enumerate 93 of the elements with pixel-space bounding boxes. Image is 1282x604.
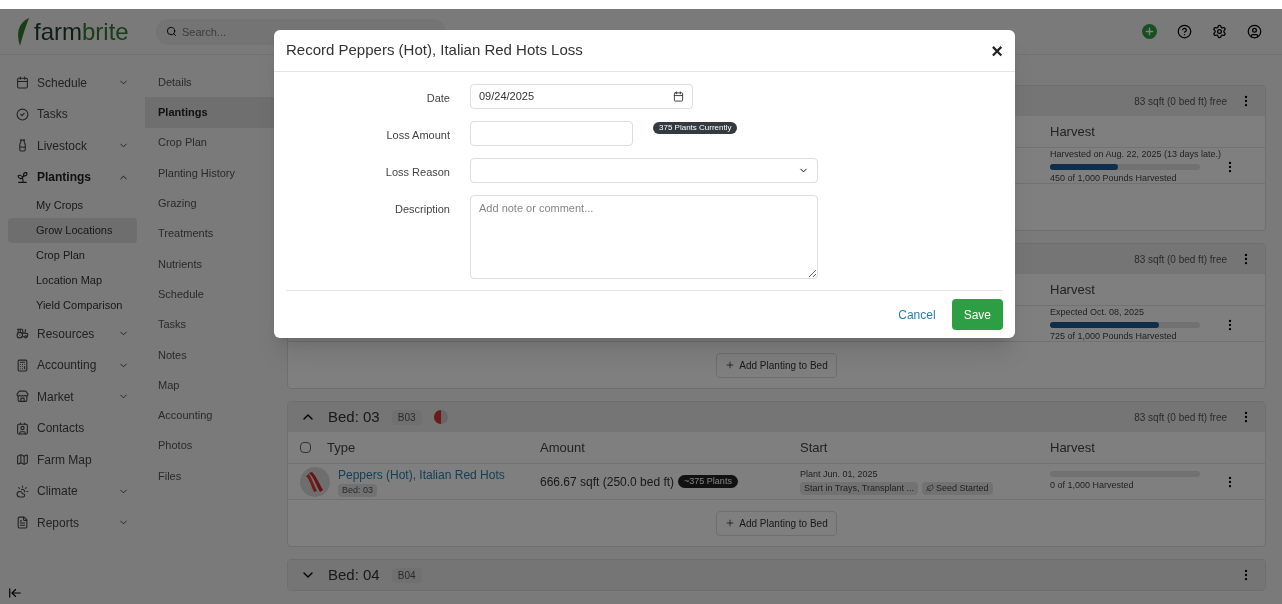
harvest-text: 0 of 1,000 Harvested [1050,478,1134,492]
sidebar-item-icon [16,421,29,435]
add-planting-button[interactable]: Add Planting to Bed [716,510,837,536]
column-header: Amount [540,438,585,457]
subnav-item[interactable]: Plantings [145,97,275,128]
subnav-item[interactable]: Crop Plan [145,127,275,158]
bed-code: B03 [391,409,422,425]
column-header: Harvest [1050,438,1095,457]
sidebar-item-icon [16,327,29,341]
subnav-item[interactable]: Nutrients [145,248,275,280]
sidebar-item-icon [16,390,29,404]
sidebar-item-icon [16,139,29,153]
subnav-item[interactable]: Files [145,460,275,492]
start-date-text: Plant Jun. 01, 2025 [800,468,878,481]
sidebar-item[interactable]: Plantings [8,161,137,193]
bed-code: B04 [391,567,422,583]
search-icon [166,26,177,37]
plants-badge: 375 Plants Currently [653,122,738,134]
sidebar-item-icon [16,107,29,121]
sidebar-subitem[interactable]: Yield Comparison [8,293,137,318]
pie-icon [433,410,448,424]
free-space-text: 83 sqft (0 bed ft) free [1134,252,1227,267]
sidebar-subitem[interactable]: My Crops [8,193,137,218]
sidebar-item[interactable]: Market [8,381,137,413]
subnav-item[interactable]: Treatments [145,218,275,249]
sidebar-item-icon [16,453,29,467]
sidebar-item[interactable]: Climate [8,475,137,507]
harvest-text: 725 of 1,000 Pounds Harvested [1050,329,1177,343]
leaf-logo-icon [16,17,30,46]
sidebar-item-icon [16,516,29,530]
sidebar-item[interactable]: Livestock [8,130,137,162]
column-header: Start [800,438,828,457]
sidebar-item[interactable]: Resources [8,318,137,350]
column-header: Harvest [1050,122,1095,141]
sidebar-item[interactable]: Farm Map [8,444,137,476]
harvest-note: Expected Oct. 08, 2025 [1050,306,1145,319]
subnav-item[interactable]: Accounting [145,400,275,431]
plus-icon [725,360,736,370]
sidebar-item[interactable]: Contacts [8,412,137,444]
bed-title: Bed: 04 [328,564,380,585]
subnav-item[interactable]: Map [145,369,275,401]
column-header: Type [327,438,356,457]
sidebar-subitem[interactable]: Crop Plan [8,243,137,268]
sidebar-subitem[interactable]: Grow Locations [8,218,137,243]
user-icon[interactable] [1247,24,1262,39]
subnav-item[interactable]: Notes [145,339,275,370]
brand-logo: farmbrite [34,16,129,47]
free-space-text: 83 sqft (0 bed ft) free [1134,410,1227,425]
cancel-link[interactable]: Cancel [898,305,936,324]
field-label: Loss Reason [384,165,450,180]
sidebar-subitem[interactable]: Location Map [8,268,137,293]
sidebar-item-icon [16,170,29,184]
settings-icon[interactable] [1212,24,1227,39]
free-space-text: 83 sqft (0 bed ft) free [1134,94,1227,109]
sidebar-item[interactable]: Schedule [8,67,137,99]
date-field[interactable]: 09/24/2025 [470,84,693,109]
calendar-icon [673,91,684,102]
add-planting-button[interactable]: Add Planting to Bed [716,352,837,378]
method-tag: Start in Trays, Transplant ... [800,481,919,495]
subnav-item[interactable]: Details [145,67,275,98]
checkbox[interactable] [300,442,311,453]
bed-title: Bed: 03 [328,406,380,427]
field-label: Date [425,91,450,106]
sidebar-item-icon [16,484,29,498]
sidebar-item[interactable]: Tasks [8,98,137,130]
status-tag: Seed Started [922,481,993,495]
bed-tag: Bed: 03 [338,483,378,498]
help-icon[interactable] [1177,24,1192,39]
sidebar-item-icon [16,76,29,90]
amount-text: 666.67 sqft (250.0 bed ft) [540,473,675,491]
subnav-item[interactable]: Schedule [145,279,275,310]
harvest-note: Harvested on Aug. 22, 2025 (13 days late.) [1050,148,1222,161]
field-label: Description [393,202,450,217]
harvest-text: 450 of 1,000 Pounds Harvested [1050,171,1177,185]
field-label: Loss Amount [385,128,450,143]
sidebar-item[interactable]: Reports [8,507,137,539]
pepper-icon [300,466,330,497]
add-icon[interactable] [1142,24,1157,39]
sidebar-item-icon [16,358,29,372]
subnav-item[interactable]: Tasks [145,309,275,340]
dialog-title: Record Peppers (Hot), Italian Red Hots Loss [286,40,584,61]
subnav-item[interactable]: Grazing [145,188,275,219]
subnav-item[interactable]: Photos [145,430,275,461]
description-field[interactable]: Add note or comment... [470,195,818,279]
column-header: Harvest [1050,280,1095,299]
subnav-item[interactable]: Planting History [145,157,275,189]
save-button[interactable]: Save [951,299,1003,330]
loss-amount-field[interactable] [470,121,633,146]
plus-icon [725,518,736,528]
sidebar-item[interactable]: Accounting [8,349,137,381]
plants-badge: ~375 Plants [678,474,738,489]
crop-link[interactable]: Peppers (Hot), Italian Red Hots [338,465,505,484]
close-button[interactable]: × [991,35,1003,66]
